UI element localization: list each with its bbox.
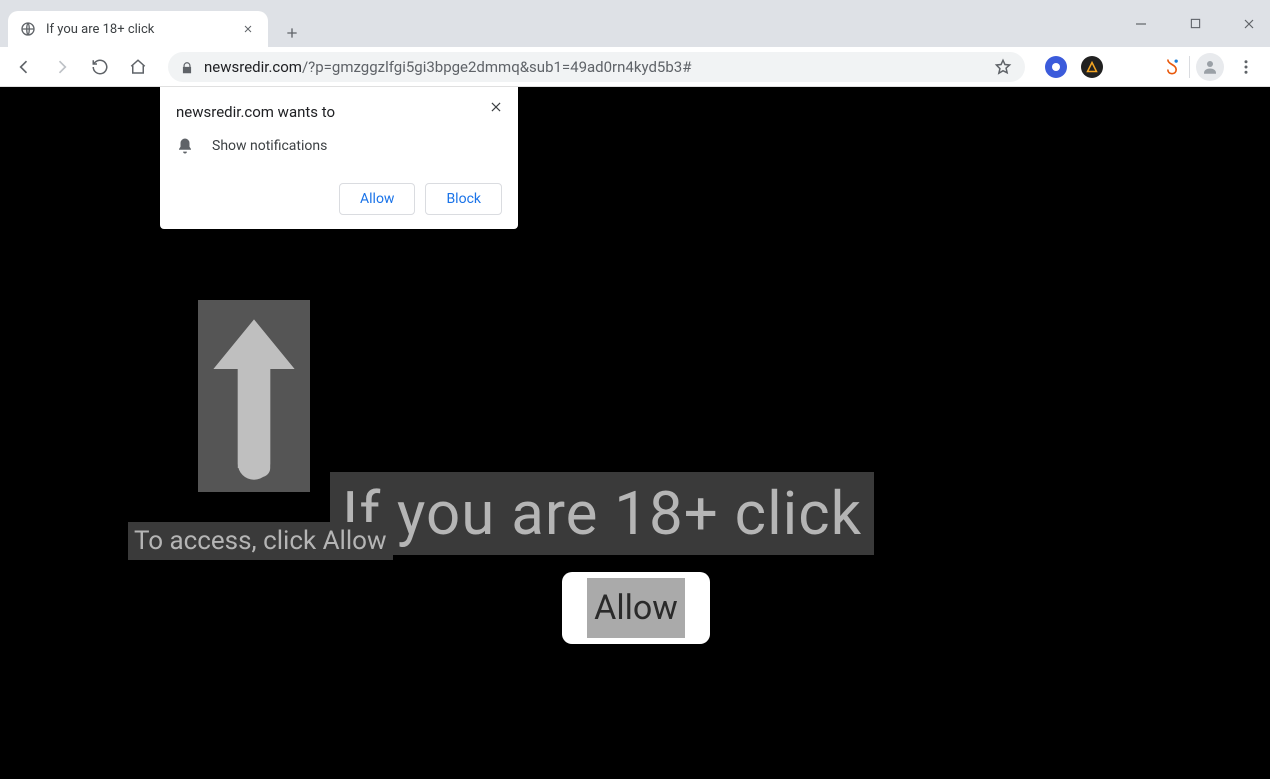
home-button[interactable] [122,51,154,83]
window-controls [1126,0,1264,47]
url-path: /?p=gmzggzlfgi5gi3bpge2dmmq&sub1=49ad0rn… [302,58,691,76]
close-icon[interactable] [240,21,256,37]
bookmark-star-icon[interactable] [993,57,1013,77]
url-domain: newsredir.com [204,58,302,76]
permission-actions: Allow Block [176,183,502,215]
browser-menu-button[interactable] [1230,51,1262,83]
toolbar-separator [1189,56,1190,78]
permission-request-text: Show notifications [212,138,327,154]
close-window-button[interactable] [1234,9,1264,39]
extension-icon-2[interactable] [1081,56,1103,78]
new-tab-button[interactable] [278,19,306,47]
bell-icon [176,137,194,155]
close-icon[interactable] [484,95,508,119]
url-text: newsredir.com/?p=gmzggzlfgi5gi3bpge2dmmq… [204,58,983,76]
forward-button[interactable] [46,51,78,83]
block-button[interactable]: Block [425,183,502,215]
extension-icon-1[interactable] [1045,56,1067,78]
globe-icon [20,21,36,37]
fake-allow-button[interactable]: Allow [562,572,710,644]
lock-icon [180,60,194,74]
browser-tab[interactable]: If you are 18+ click [8,11,268,47]
page-subtext: To access, click Allow [128,522,393,560]
extension-icons [1039,56,1109,78]
tab-strip: If you are 18+ click [0,0,306,47]
allow-button[interactable]: Allow [339,183,415,215]
page-content: newsredir.com wants to Show notification… [0,87,1270,779]
address-bar[interactable]: newsredir.com/?p=gmzggzlfgi5gi3bpge2dmmq… [168,52,1025,82]
page-headline: If you are 18+ click [330,472,874,555]
maximize-button[interactable] [1180,9,1210,39]
permission-request-row: Show notifications [176,137,502,155]
tab-title: If you are 18+ click [46,22,230,37]
back-button[interactable] [8,51,40,83]
fake-allow-label: Allow [587,578,685,638]
browser-titlebar: If you are 18+ click [0,0,1270,47]
arrow-up-icon [198,300,310,492]
reload-button[interactable] [84,51,116,83]
permission-title: newsredir.com wants to [176,103,502,121]
minimize-button[interactable] [1126,9,1156,39]
notification-permission-prompt: newsredir.com wants to Show notification… [160,87,518,229]
extension-icon-3[interactable] [1161,56,1183,78]
browser-toolbar: newsredir.com/?p=gmzggzlfgi5gi3bpge2dmmq… [0,47,1270,87]
profile-avatar[interactable] [1196,53,1224,81]
